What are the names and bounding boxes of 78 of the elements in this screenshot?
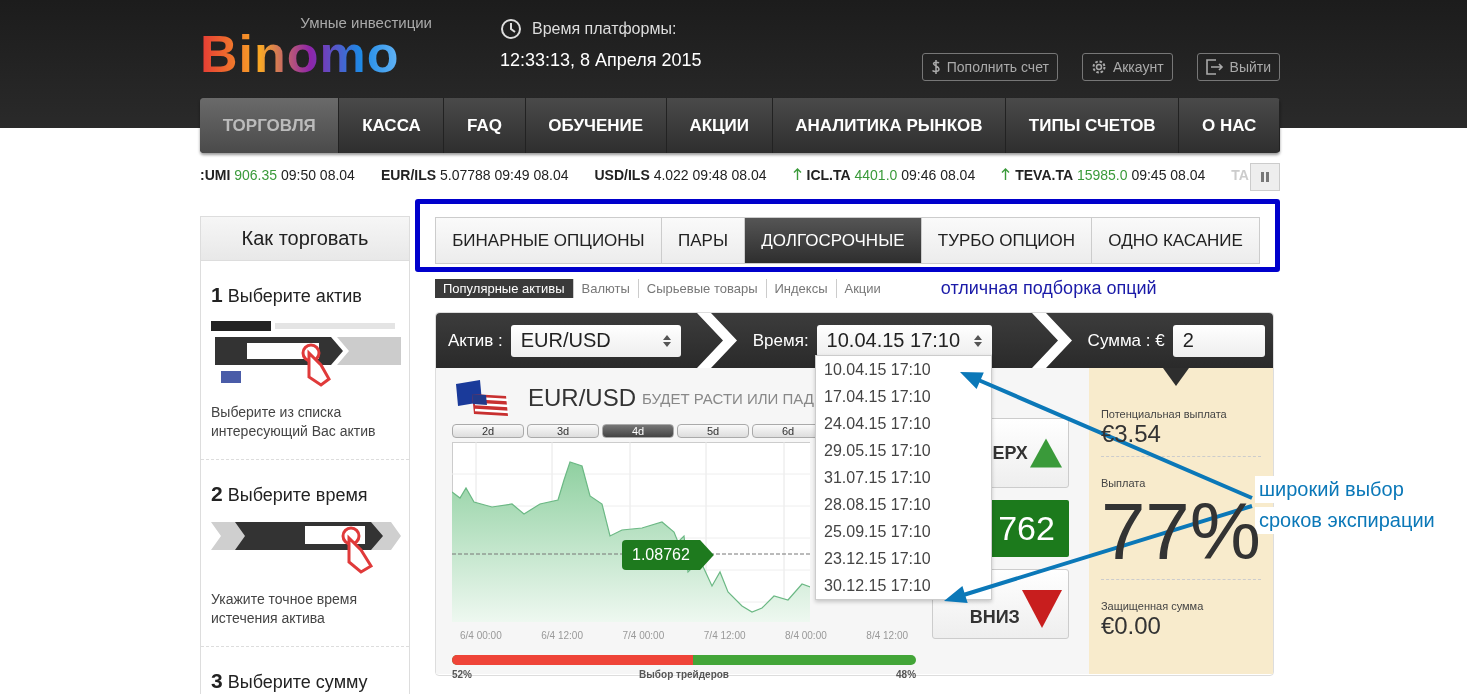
nav-tab[interactable]: АНАЛИТИКА РЫНКОВ xyxy=(772,98,1007,153)
protected-amount-value: €0.00 xyxy=(1100,612,1162,640)
protected-amount-label: Защищенная сумма xyxy=(1100,600,1205,612)
platform-time: 12:33:13, 8 Апреля 2015 xyxy=(500,50,702,71)
gear-icon xyxy=(1090,59,1107,75)
time-option[interactable]: 17.04.15 17:10 xyxy=(816,383,991,410)
step-text: Выберите из списка интересующий Вас актив xyxy=(211,403,377,441)
payout-rate-label: Выплата xyxy=(1100,477,1147,489)
period-tab[interactable]: 4d xyxy=(602,424,674,438)
nav-tab[interactable]: КАССА xyxy=(339,98,445,153)
asset-tab[interactable]: Акции xyxy=(836,278,889,298)
header-button[interactable]: Выйти xyxy=(1196,53,1280,81)
ticker-item: EUR/ILS 5.07788 09:49 08.04 xyxy=(380,167,569,183)
header-button[interactable]: Пополнить счет xyxy=(921,53,1058,81)
asset-tab[interactable]: Популярные активы xyxy=(435,278,574,298)
down-triangle-icon xyxy=(1021,590,1062,628)
annotation-text: отличная подборка опций xyxy=(940,277,1157,299)
ticker-item: ICL.TA 4401.0 09:46 08.04 xyxy=(792,167,976,183)
sort-icon xyxy=(662,334,671,347)
amount-label: Сумма : € xyxy=(1087,330,1165,351)
exit-icon xyxy=(1205,59,1224,75)
asset-tab[interactable]: Индексы xyxy=(766,278,837,298)
step-heading: 1 Выберите актив xyxy=(211,283,363,307)
traders-right: 48% xyxy=(896,669,917,680)
nav-tab[interactable]: О НАС xyxy=(1179,98,1280,153)
step-text: Укажите точное время истечения актива xyxy=(211,590,359,628)
step-heading: 3 Выберите сумму xyxy=(211,669,369,693)
logo-tagline: Умные инвестиции xyxy=(300,14,432,31)
period-tab[interactable]: 3d xyxy=(527,424,599,438)
header-button[interactable]: Аккаунт xyxy=(1081,53,1173,81)
nav-tab[interactable]: ТИПЫ СЧЕТОВ xyxy=(1006,98,1180,153)
axis-label: 7/4 12:00 xyxy=(703,630,746,641)
pointer-triangle xyxy=(1162,368,1189,386)
period-tab[interactable]: 2d xyxy=(452,424,524,438)
option-tab[interactable]: ПАРЫ xyxy=(661,217,746,264)
dollar-icon xyxy=(930,60,941,74)
asset-label: Актив : xyxy=(448,330,503,351)
traders-left: 52% xyxy=(452,669,472,680)
potential-payout-value: €3.54 xyxy=(1100,420,1162,448)
axis-label: 8/4 00:00 xyxy=(785,630,827,641)
price-tag: 1.08762 xyxy=(622,540,714,570)
amount-field[interactable]: 2 xyxy=(1172,324,1265,357)
up-arrow-icon xyxy=(792,168,802,180)
pause-icon xyxy=(1261,172,1269,182)
how-to-title: Как торговать xyxy=(201,217,409,261)
axis-label: 8/4 12:00 xyxy=(866,630,909,641)
ticker-item: :UMI 906.35 09:50 08.04 xyxy=(200,167,355,183)
axis-label: 6/4 12:00 xyxy=(541,630,583,641)
clock-icon xyxy=(500,18,522,40)
potential-payout-label: Потенциальная выплата xyxy=(1100,408,1228,420)
ticker-item: USD/ILS 4.022 09:48 08.04 xyxy=(594,167,767,183)
nav-tab[interactable]: ТОРГОВЛЯ xyxy=(200,98,340,153)
axis-label: 7/4 00:00 xyxy=(622,630,665,641)
period-tab[interactable]: 5d xyxy=(677,424,749,438)
asset-select[interactable]: EUR/USD xyxy=(510,324,681,357)
time-label: Время: xyxy=(752,330,809,351)
time-option[interactable]: 10.04.15 17:10 xyxy=(816,356,991,383)
option-tab[interactable]: ДОЛГОСРОЧНЫЕ xyxy=(745,217,922,264)
option-tab[interactable]: ОДНО КАСАНИЕ xyxy=(1092,217,1260,264)
option-tab[interactable]: ТУРБО ОПЦИОН xyxy=(921,217,1093,264)
up-triangle-icon xyxy=(1029,437,1062,469)
traders-caption: Выбор трейдеров xyxy=(639,669,729,680)
nav-tab[interactable]: ОБУЧЕНИЕ xyxy=(525,98,667,153)
step-heading: 2 Выберите время xyxy=(211,482,369,506)
option-tab[interactable]: БИНАРНЫЕ ОПЦИОНЫ xyxy=(435,217,662,264)
asset-tab[interactable]: Валюты xyxy=(573,278,639,298)
pause-button[interactable] xyxy=(1250,163,1280,191)
asset-title: EUR/USD xyxy=(528,384,636,412)
axis-label: 6/4 00:00 xyxy=(460,630,502,641)
sort-icon xyxy=(973,334,982,347)
ticker-item: TEVA.TA 15985.0 09:45 08.04 xyxy=(1001,167,1206,183)
platform-time-label: Время платформы: xyxy=(532,20,677,38)
nav-tab[interactable]: АКЦИИ xyxy=(666,98,773,153)
up-arrow-icon xyxy=(1001,168,1011,180)
asset-tab[interactable]: Сырьевые товары xyxy=(638,278,767,298)
nav-tab[interactable]: FAQ xyxy=(444,98,526,153)
asset-question: БУДЕТ РАСТИ ИЛИ ПАД xyxy=(642,389,814,407)
time-select[interactable]: 10.04.15 17:10 xyxy=(816,324,992,357)
